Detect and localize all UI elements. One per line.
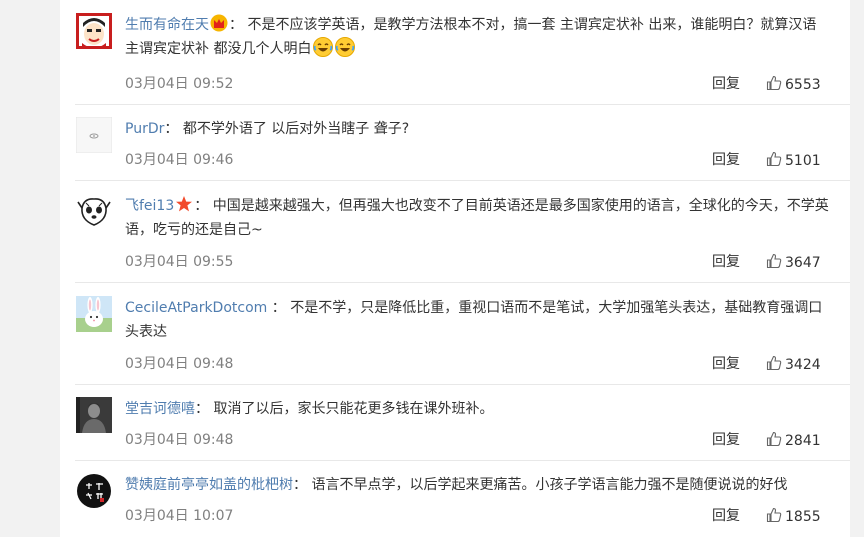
- separator: ：: [195, 401, 209, 417]
- avatar[interactable]: [76, 194, 112, 230]
- like-button[interactable]: 1855: [766, 507, 821, 525]
- thumbs-up-icon: [766, 75, 782, 91]
- thumbs-up-icon: [766, 431, 782, 447]
- comment-time: 03月04日 09:55: [125, 254, 234, 270]
- avatar-sketch-dog-icon: [76, 194, 112, 230]
- like-button[interactable]: 5101: [766, 151, 821, 169]
- comment-divider: [75, 282, 850, 283]
- comment-content: 都不学外语了 以后对外当瞎子 聋子?: [182, 121, 410, 137]
- comment-time: 03月04日 09:52: [125, 76, 234, 92]
- comment-content: 取消了以后，家长只能花更多钱在课外班补。: [213, 401, 494, 417]
- comment-time: 03月04日 09:48: [125, 356, 234, 372]
- avatar[interactable]: [76, 13, 112, 49]
- avatar-dark-portrait-icon: [76, 397, 112, 433]
- like-button[interactable]: 3424: [766, 355, 821, 373]
- reply-button[interactable]: 回复: [712, 505, 740, 525]
- avatar-bunny-icon: [76, 296, 112, 332]
- like-count: 5101: [785, 153, 821, 169]
- comment-time: 03月04日 09:46: [125, 152, 234, 168]
- red-star-badge-icon: [176, 196, 193, 212]
- separator: ：: [229, 17, 243, 33]
- avatar-default-icon: [76, 117, 112, 153]
- laughing-emoji-icon: [313, 37, 334, 57]
- comment-text-block: PurDr： 都不学外语了 以后对外当瞎子 聋子?: [125, 117, 831, 141]
- separator: ：: [164, 121, 179, 137]
- like-count: 6553: [785, 77, 821, 93]
- username-link[interactable]: PurDr: [125, 121, 164, 137]
- comment-text-block: CecileAtParkDotcom ： 不是不学，只是降低比重，重视口语而不是…: [125, 296, 831, 344]
- like-count: 2841: [785, 433, 821, 449]
- thumbs-up-icon: [766, 151, 782, 167]
- separator: ：: [194, 198, 209, 214]
- avatar-calligraphy-seal-icon: [76, 473, 112, 509]
- avatar[interactable]: [76, 117, 112, 153]
- avatar[interactable]: [76, 296, 112, 332]
- username-link[interactable]: CecileAtParkDotcom: [125, 300, 267, 316]
- comment-content: 中国是越来越强大，但再强大也改变不了目前英语还是最多国家使用的语言，全球化的今天…: [125, 198, 829, 238]
- avatar-cartoon-face-icon: [76, 13, 112, 49]
- comment-content: 语言不早点学，以后学起来更痛苦。小孩子学语言能力强不是随便说说的好伐: [311, 477, 788, 493]
- thumbs-up-icon: [766, 507, 782, 523]
- username-link[interactable]: 堂吉诃德嘻: [125, 401, 195, 417]
- avatar[interactable]: [76, 473, 112, 509]
- reply-button[interactable]: 回复: [712, 251, 740, 271]
- like-count: 1855: [785, 509, 821, 525]
- like-count: 3647: [785, 255, 821, 271]
- avatar[interactable]: [76, 397, 112, 433]
- separator: ：: [271, 300, 286, 316]
- comment-text-block: 生而有命在天： 不是不应该学英语，是教学方法根本不对，搞一套 主谓宾定状补 出来…: [125, 13, 831, 61]
- comment-time: 03月04日 10:07: [125, 508, 234, 524]
- comment-text-block: 赞姨庭前亭亭如盖的枇杷树： 语言不早点学，以后学起来更痛苦。小孩子学语言能力强不…: [125, 473, 831, 497]
- separator: ：: [293, 477, 307, 493]
- thumbs-up-icon: [766, 355, 782, 371]
- like-button[interactable]: 6553: [766, 75, 821, 93]
- laughing-emoji-icon: [335, 37, 356, 57]
- username-link[interactable]: 生而有命在天: [125, 17, 209, 33]
- comment-divider: [75, 180, 850, 181]
- like-button[interactable]: 2841: [766, 431, 821, 449]
- like-count: 3424: [785, 357, 821, 373]
- like-button[interactable]: 3647: [766, 253, 821, 271]
- reply-button[interactable]: 回复: [712, 73, 740, 93]
- comment-time: 03月04日 09:48: [125, 432, 234, 448]
- username-link[interactable]: 赞姨庭前亭亭如盖的枇杷树: [125, 477, 293, 493]
- comment-divider: [75, 460, 850, 461]
- reply-button[interactable]: 回复: [712, 353, 740, 373]
- comment-divider: [75, 104, 850, 105]
- thumbs-up-icon: [766, 253, 782, 269]
- comment-text-block: 堂吉诃德嘻： 取消了以后，家长只能花更多钱在课外班补。: [125, 397, 831, 421]
- comment-text-block: 飞fei13 ： 中国是越来越强大，但再强大也改变不了目前英语还是最多国家使用的语…: [125, 194, 831, 242]
- username-link[interactable]: 飞fei13: [125, 198, 174, 214]
- comment-divider: [75, 384, 850, 385]
- reply-button[interactable]: 回复: [712, 429, 740, 449]
- reply-button[interactable]: 回复: [712, 149, 740, 169]
- crown-badge-icon: [210, 14, 228, 32]
